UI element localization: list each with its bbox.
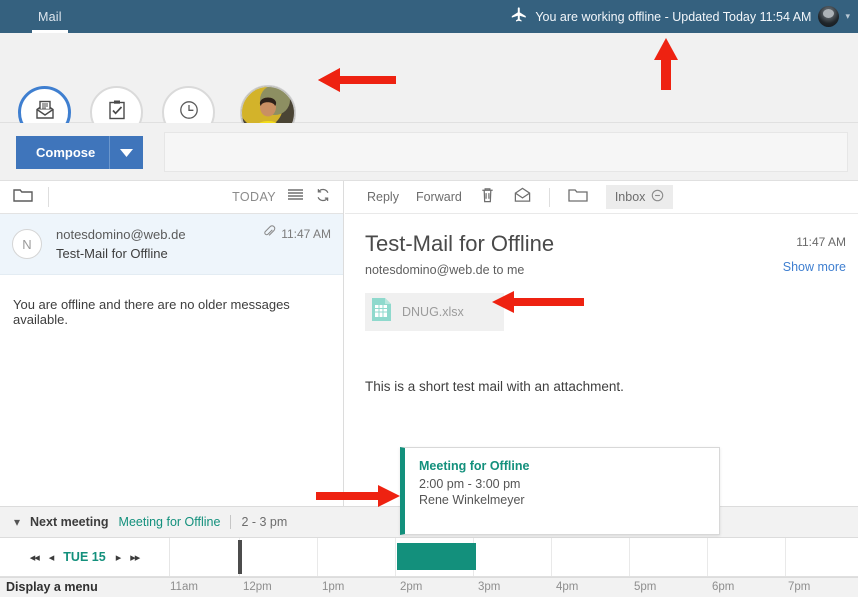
message-sender: notesdomino@web.de to me (365, 263, 525, 277)
spreadsheet-file-icon (371, 297, 392, 327)
list-item-time: 11:47 AM (281, 227, 331, 241)
calendar-navigation: ◂◂ ◂ TUE 15 ▸ ▸▸ (0, 538, 170, 576)
folder-tag-label: Inbox (614, 190, 646, 204)
message-list-pane: TODAY N notesdomino@web.de 11:47 AM Test… (0, 181, 344, 506)
top-header-bar: Mail You are working offline - Updated T… (0, 0, 858, 33)
divider (230, 515, 232, 529)
message-body: This is a short test mail with an attach… (365, 379, 624, 394)
trash-icon[interactable] (479, 186, 496, 209)
toolbar-divider (48, 187, 49, 207)
calendar-slot[interactable] (552, 538, 630, 576)
calendar-date-label[interactable]: TUE 15 (63, 550, 105, 564)
chevron-down-icon[interactable]: ▾ (14, 515, 20, 529)
avatar: N (12, 229, 42, 259)
search-bar[interactable] (164, 132, 848, 172)
calendar-slot[interactable] (318, 538, 396, 576)
caret-down-icon (120, 145, 133, 160)
status-bar: Display a menu 11am 12pm 1pm 2pm 3pm 4pm… (0, 577, 858, 597)
folder-icon[interactable] (12, 186, 34, 209)
current-time-marker (238, 540, 242, 574)
calendar-slot[interactable] (474, 538, 552, 576)
offline-status-text: You are working offline - Updated Today … (535, 9, 812, 24)
attachment-name: DNUG.xlsx (402, 305, 464, 319)
paperclip-icon (263, 225, 276, 243)
meeting-time: 2:00 pm - 3:00 pm (419, 477, 521, 491)
message-header: Test-Mail for Offline notesdomino@web.de… (345, 214, 858, 331)
list-item[interactable]: N notesdomino@web.de 11:47 AM Test-Mail … (0, 214, 343, 275)
calendar-slot[interactable] (170, 538, 240, 576)
list-lines-icon[interactable] (287, 188, 304, 207)
attachment-chip[interactable]: DNUG.xlsx (365, 293, 504, 331)
empty-list-message: You are offline and there are no older m… (13, 297, 290, 327)
meeting-preview-card[interactable]: Meeting for Offline 2:00 pm - 3:00 pm Re… (400, 447, 720, 535)
meeting-organizer: Rene Winkelmeyer (419, 493, 525, 507)
envelope-icon[interactable] (513, 187, 532, 208)
calendar-slot[interactable] (708, 538, 786, 576)
header-avatar[interactable] (818, 6, 840, 27)
forward-button[interactable]: Forward (416, 190, 462, 204)
list-item-body: notesdomino@web.de 11:47 AM Test-Mail fo… (56, 225, 331, 261)
tab-mail[interactable]: Mail (22, 0, 78, 33)
header-right-group: You are working offline - Updated Today … (510, 0, 858, 33)
annotation-arrow-meeting-card (316, 485, 400, 507)
compose-button[interactable]: Compose (16, 136, 116, 169)
message-time: 11:47 AM (796, 235, 846, 249)
skip-to-start-icon[interactable]: ◂◂ (30, 551, 40, 564)
chevron-down-icon[interactable]: ▾ (845, 11, 850, 22)
compose-dropdown-button[interactable] (109, 136, 143, 169)
list-item-subject: Test-Mail for Offline (56, 246, 168, 261)
hour-label: 12pm (243, 581, 272, 593)
next-meeting-title[interactable]: Meeting for Offline (119, 515, 221, 529)
mail-application: Mail You are working offline - Updated T… (0, 0, 858, 597)
list-item-header: notesdomino@web.de 11:47 AM (56, 225, 331, 243)
calendar-slot[interactable] (630, 538, 708, 576)
status-text: Display a menu (6, 580, 98, 594)
annotation-arrow-profile (318, 68, 396, 92)
skip-to-end-icon[interactable]: ▸▸ (130, 551, 140, 564)
tab-mail-label: Mail (38, 9, 62, 24)
page-title: Test-Mail for Offline (365, 231, 555, 256)
hour-label: 7pm (788, 581, 811, 593)
next-icon[interactable]: ▸ (116, 551, 121, 564)
next-meeting-time: 2 - 3 pm (241, 515, 288, 529)
list-item-meta: 11:47 AM (263, 225, 331, 243)
list-sort-group: TODAY (232, 187, 331, 208)
sort-label: TODAY (232, 190, 276, 204)
hour-label: 4pm (556, 581, 579, 593)
hour-label: 1pm (322, 581, 345, 593)
calendar-slot[interactable] (240, 538, 318, 576)
meeting-title: Meeting for Offline (419, 459, 530, 473)
move-folder-icon[interactable] (567, 186, 589, 209)
refresh-icon[interactable] (315, 187, 331, 208)
app-switcher-row (0, 33, 858, 141)
next-meeting-label: Next meeting (30, 515, 109, 529)
calendar-event-block[interactable] (397, 543, 476, 570)
list-toolbar: TODAY (0, 181, 343, 214)
prev-icon[interactable]: ◂ (49, 551, 54, 564)
annotation-arrow-offline-status (654, 38, 678, 90)
list-item-sender: notesdomino@web.de (56, 226, 186, 242)
calendar-slot[interactable] (786, 538, 858, 576)
hour-label: 6pm (712, 581, 735, 593)
hour-label: 11am (170, 581, 198, 593)
hour-label: 3pm (478, 581, 501, 593)
toolbar-divider (548, 187, 550, 207)
hour-label: 2pm (400, 581, 423, 593)
show-more-link[interactable]: Show more (783, 260, 846, 274)
reading-toolbar: Reply Forward Inbox (345, 181, 858, 214)
hour-label: 5pm (634, 581, 657, 593)
reply-button[interactable]: Reply (367, 190, 399, 204)
calendar-strip: ◂◂ ◂ TUE 15 ▸ ▸▸ (0, 538, 858, 577)
minus-circle-icon[interactable] (651, 189, 664, 205)
folder-tag-inbox[interactable]: Inbox (605, 185, 674, 209)
annotation-arrow-attachment (492, 291, 584, 313)
airplane-icon (510, 6, 528, 27)
